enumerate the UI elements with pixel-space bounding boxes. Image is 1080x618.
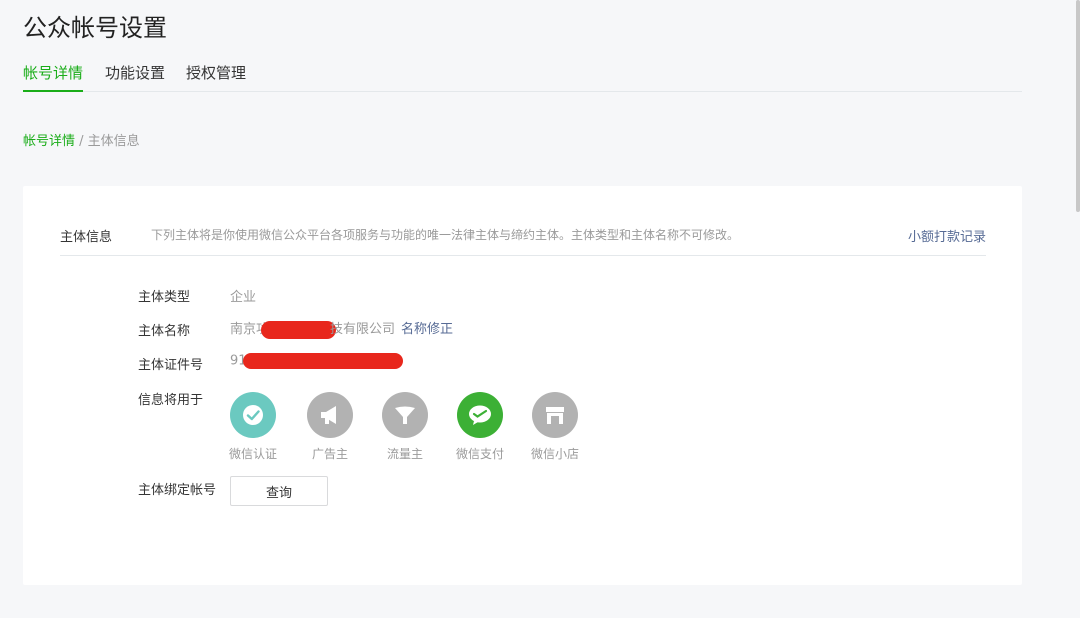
tab-feature-settings[interactable]: 功能设置 (105, 62, 165, 92)
entity-info-card: 主体信息 下列主体将是你使用微信公众平台各项服务与功能的唯一法律主体与缔约主体。… (23, 186, 1022, 585)
megaphone-icon (307, 392, 353, 438)
usage-item-traffic-owner: 流量主 (375, 392, 435, 462)
tab-account-details[interactable]: 帐号详情 (23, 62, 84, 92)
entity-type-value: 企业 (230, 290, 257, 305)
tab-bar: 帐号详情 功能设置 授权管理 (23, 60, 1022, 92)
bound-account-label: 主体绑定帐号 (138, 483, 217, 498)
redaction-mark (261, 320, 337, 339)
entity-type-label: 主体类型 (138, 290, 191, 305)
verified-check-icon (230, 392, 276, 438)
entity-name-suffix: 技有限公司 (330, 322, 396, 337)
entity-name-value: 南京功 技有限公司 名称修正 (230, 318, 453, 339)
usage-label: 信息将用于 (138, 393, 204, 408)
wechat-pay-icon (457, 392, 503, 438)
usage-item-advertiser: 广告主 (300, 392, 360, 462)
section-header: 主体信息 下列主体将是你使用微信公众平台各项服务与功能的唯一法律主体与缔约主体。… (60, 226, 986, 256)
breadcrumb-link[interactable]: 帐号详情 (23, 134, 75, 149)
scrollbar-thumb[interactable] (1076, 0, 1080, 212)
breadcrumb: 帐号详情 / 主体信息 (23, 130, 140, 149)
breadcrumb-separator: / (75, 134, 88, 149)
section-title: 主体信息 (60, 230, 113, 245)
page-title: 公众帐号设置 (23, 14, 167, 42)
usage-item-label: 广告主 (311, 447, 348, 461)
breadcrumb-current: 主体信息 (87, 134, 140, 149)
usage-item-wechat-verify: 微信认证 (223, 392, 283, 462)
cert-number-label: 主体证件号 (138, 358, 204, 373)
entity-name-label: 主体名称 (138, 324, 191, 339)
usage-item-label: 流量主 (386, 447, 423, 461)
payment-records-link[interactable]: 小额打款记录 (908, 226, 986, 245)
usage-item-label: 微信支付 (455, 447, 504, 461)
name-correction-link[interactable]: 名称修正 (401, 322, 453, 337)
tab-authorization[interactable]: 授权管理 (186, 62, 246, 92)
usage-item-wechat-store: 微信小店 (525, 392, 585, 462)
section-description: 下列主体将是你使用微信公众平台各项服务与功能的唯一法律主体与缔约主体。主体类型和… (151, 228, 740, 242)
usage-item-label: 微信小店 (530, 447, 579, 461)
query-button[interactable]: 查询 (230, 476, 328, 506)
funnel-icon (382, 392, 428, 438)
usage-item-wechat-pay: 微信支付 (450, 392, 510, 462)
usage-item-label: 微信认证 (228, 447, 277, 461)
store-icon (532, 392, 578, 438)
cert-number-value: 91 (230, 353, 403, 369)
redaction-mark (242, 353, 403, 369)
